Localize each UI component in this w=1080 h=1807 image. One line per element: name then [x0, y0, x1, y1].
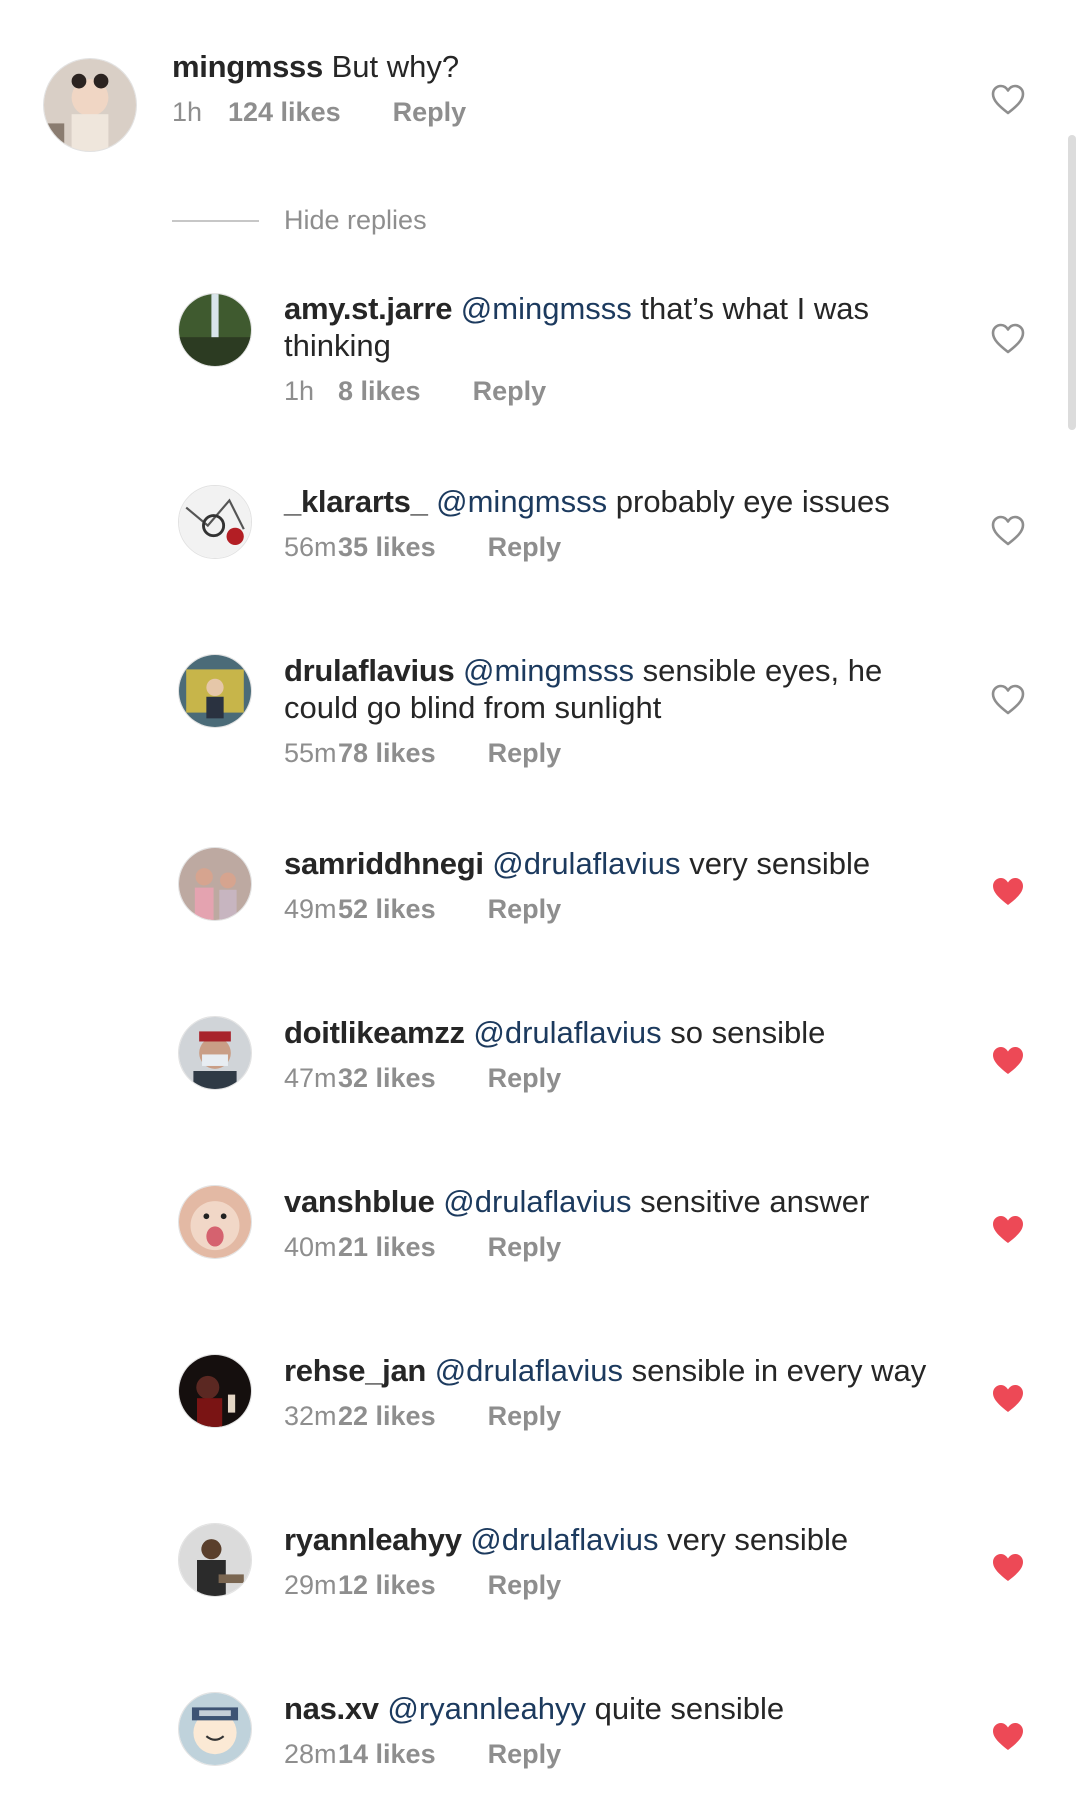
reply-button[interactable]: Reply [473, 376, 547, 407]
hide-replies-toggle[interactable]: Hide replies [172, 205, 427, 236]
likes-count[interactable]: 52 likes [338, 894, 436, 925]
likes-count[interactable]: 14 likes [338, 1739, 436, 1770]
timestamp: 56m [284, 532, 337, 562]
like-heart-icon[interactable] [991, 684, 1025, 715]
comment-text: But why? [331, 49, 460, 84]
username[interactable]: rehse_jan [284, 1353, 426, 1388]
reply-button[interactable]: Reply [488, 1570, 562, 1601]
mention-link[interactable]: @drulaflavius [492, 846, 680, 881]
mention-link[interactable]: @drulaflavius [473, 1015, 661, 1050]
avatar[interactable] [178, 1185, 252, 1259]
username[interactable]: amy.st.jarre [284, 291, 452, 326]
mention-link[interactable]: @drulaflavius [443, 1184, 631, 1219]
like-heart-icon[interactable] [991, 1214, 1025, 1245]
username[interactable]: doitlikeamzz [284, 1015, 465, 1050]
like-heart-icon[interactable] [991, 515, 1025, 546]
likes-count[interactable]: 22 likes [338, 1401, 436, 1432]
comment-text: very sensible [667, 1522, 849, 1557]
reply-button[interactable]: Reply [393, 97, 467, 128]
likes-count[interactable]: 21 likes [338, 1232, 436, 1263]
avatar[interactable] [178, 1692, 252, 1766]
username[interactable]: vanshblue [284, 1184, 435, 1219]
avatar[interactable] [178, 1016, 252, 1090]
avatar[interactable] [178, 293, 252, 367]
avatar[interactable] [178, 1523, 252, 1597]
avatar[interactable] [178, 847, 252, 921]
timestamp: 1h [284, 376, 315, 406]
reply-button[interactable]: Reply [488, 1401, 562, 1432]
hide-replies-label[interactable]: Hide replies [284, 205, 427, 236]
like-heart-icon[interactable] [991, 876, 1025, 907]
like-heart-icon[interactable] [991, 1045, 1025, 1076]
reply-button[interactable]: Reply [488, 894, 562, 925]
timestamp: 32m [284, 1401, 337, 1431]
mention-link[interactable]: @ryannleahyy [387, 1691, 586, 1726]
likes-count[interactable]: 124 likes [228, 97, 341, 128]
comment-text: sensible in every way [631, 1353, 927, 1388]
avatar[interactable] [43, 58, 137, 152]
like-heart-icon[interactable] [991, 1552, 1025, 1583]
comment-text: probably eye issues [615, 484, 890, 519]
divider [172, 219, 259, 222]
comment-text: very sensible [689, 846, 871, 881]
username[interactable]: nas.xv [284, 1691, 379, 1726]
avatar[interactable] [178, 654, 252, 728]
username[interactable]: ryannleahyy [284, 1522, 462, 1557]
username[interactable]: drulaflavius [284, 653, 455, 688]
like-heart-icon[interactable] [991, 1383, 1025, 1414]
like-heart-icon[interactable] [991, 84, 1025, 115]
reply-button[interactable]: Reply [488, 1739, 562, 1770]
timestamp: 1h [172, 97, 203, 127]
username[interactable]: _klararts_ [284, 484, 428, 519]
mention-link[interactable]: @drulaflavius [470, 1522, 658, 1557]
mention-link[interactable]: @mingmsss [463, 653, 634, 688]
reply-button[interactable]: Reply [488, 738, 562, 769]
like-heart-icon[interactable] [991, 1721, 1025, 1752]
likes-count[interactable]: 35 likes [338, 532, 436, 563]
timestamp: 28m [284, 1739, 337, 1769]
mention-link[interactable]: @mingmsss [461, 291, 632, 326]
like-heart-icon[interactable] [991, 323, 1025, 354]
avatar[interactable] [178, 1354, 252, 1428]
timestamp: 49m [284, 894, 337, 924]
reply-button[interactable]: Reply [488, 1232, 562, 1263]
username[interactable]: mingmsss [172, 49, 323, 84]
reply-button[interactable]: Reply [488, 1063, 562, 1094]
likes-count[interactable]: 32 likes [338, 1063, 436, 1094]
timestamp: 29m [284, 1570, 337, 1600]
mention-link[interactable]: @drulaflavius [435, 1353, 623, 1388]
timestamp: 55m [284, 738, 337, 768]
avatar[interactable] [178, 485, 252, 559]
reply-button[interactable]: Reply [488, 532, 562, 563]
timestamp: 47m [284, 1063, 337, 1093]
comment-text: sensitive answer [640, 1184, 870, 1219]
comment-text: quite sensible [594, 1691, 785, 1726]
likes-count[interactable]: 78 likes [338, 738, 436, 769]
likes-count[interactable]: 8 likes [338, 376, 421, 407]
comment-text: so sensible [670, 1015, 826, 1050]
likes-count[interactable]: 12 likes [338, 1570, 436, 1601]
timestamp: 40m [284, 1232, 337, 1262]
mention-link[interactable]: @mingmsss [436, 484, 607, 519]
username[interactable]: samriddhnegi [284, 846, 484, 881]
scrollbar[interactable] [1068, 135, 1076, 430]
